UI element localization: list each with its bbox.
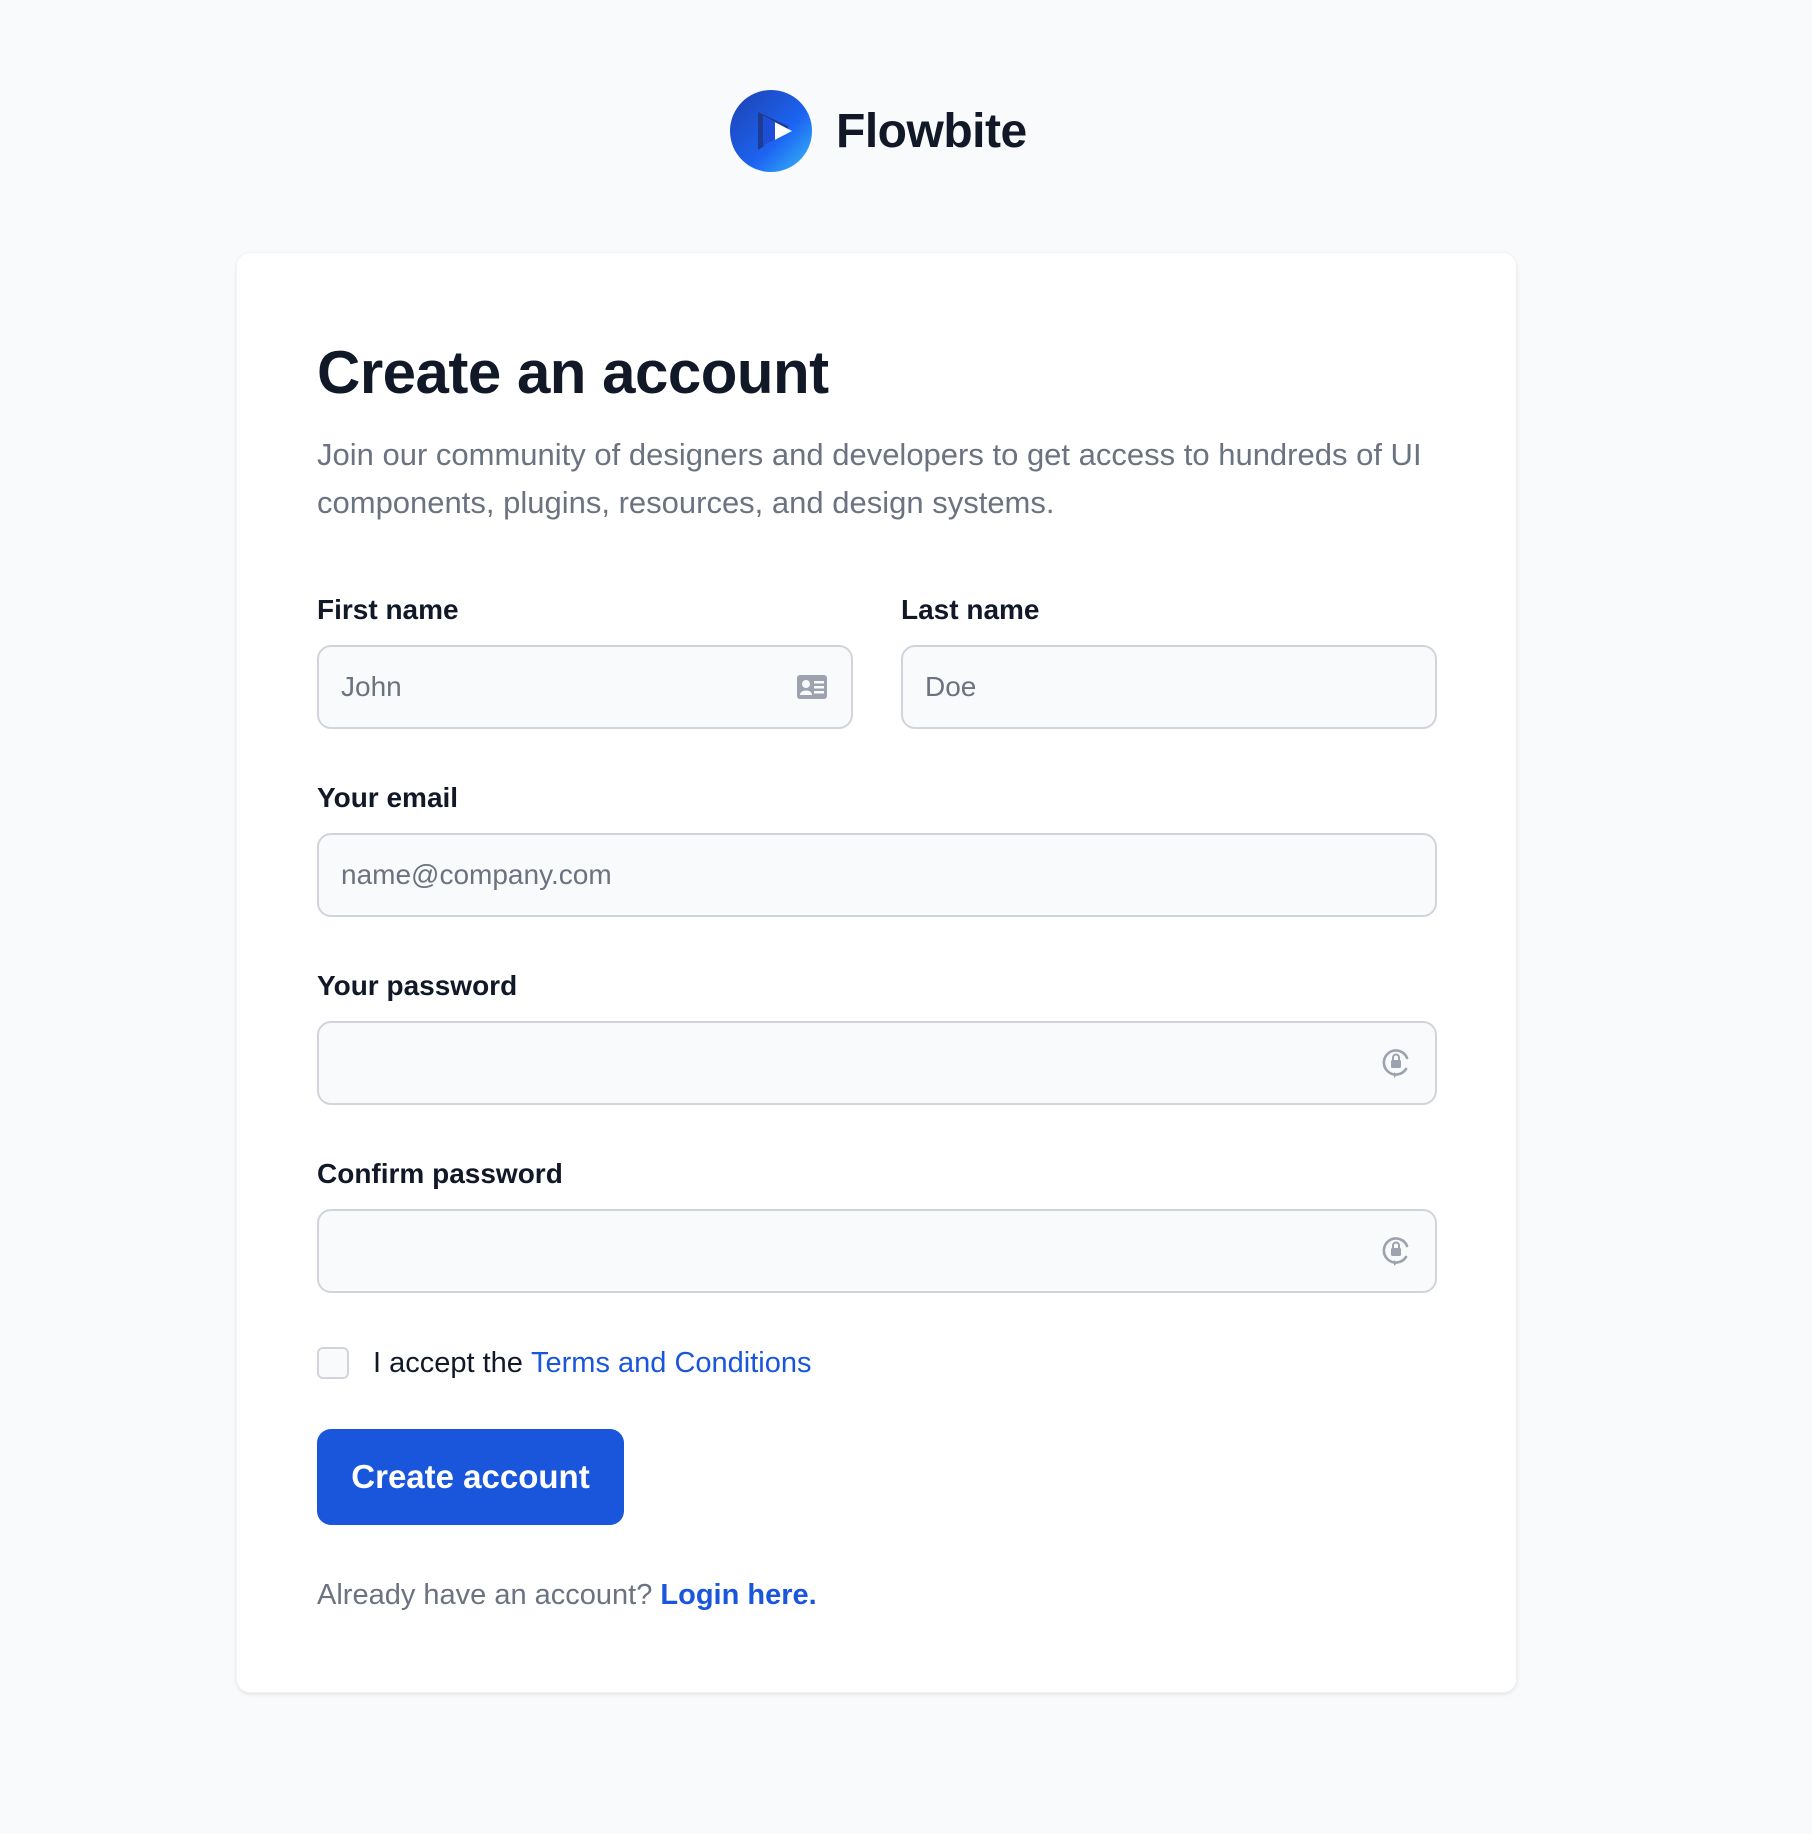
- password-lock-icon[interactable]: [1379, 1046, 1413, 1080]
- login-link[interactable]: Login here.: [660, 1579, 816, 1611]
- page-subtitle: Join our community of designers and deve…: [317, 437, 1422, 520]
- first-name-input[interactable]: John: [317, 645, 853, 729]
- password-label: Your password: [317, 970, 518, 1001]
- login-line: Already have an account? Login here.: [317, 1577, 817, 1613]
- first-name-placeholder: John: [341, 671, 402, 702]
- flowbite-logo-icon: [730, 90, 812, 172]
- signup-card: Create an account Join our community of …: [236, 252, 1517, 1693]
- email-label: Your email: [317, 782, 459, 813]
- brand-name: Flowbite: [836, 104, 1027, 158]
- terms-line: I accept the Terms and Conditions: [373, 1345, 811, 1381]
- confirm-password-label: Confirm password: [317, 1158, 563, 1189]
- password-lock-icon[interactable]: [1379, 1234, 1413, 1268]
- page-title: Create an account: [317, 339, 829, 406]
- terms-link[interactable]: Terms and Conditions: [531, 1347, 811, 1379]
- contact-card-icon[interactable]: [795, 670, 829, 704]
- email-placeholder: name@company.com: [341, 859, 612, 890]
- login-prefix: Already have an account?: [317, 1579, 661, 1611]
- confirm-password-input[interactable]: [317, 1209, 1437, 1293]
- last-name-label: Last name: [901, 594, 1040, 625]
- last-name-input[interactable]: Doe: [901, 645, 1437, 729]
- brand-header[interactable]: Flowbite: [730, 90, 1027, 172]
- email-input[interactable]: name@company.com: [317, 833, 1437, 917]
- create-account-button[interactable]: Create account: [317, 1429, 624, 1525]
- password-input[interactable]: [317, 1021, 1437, 1105]
- terms-checkbox[interactable]: [317, 1347, 349, 1379]
- last-name-placeholder: Doe: [925, 671, 977, 702]
- first-name-label: First name: [317, 594, 459, 625]
- terms-prefix: I accept the: [373, 1347, 531, 1379]
